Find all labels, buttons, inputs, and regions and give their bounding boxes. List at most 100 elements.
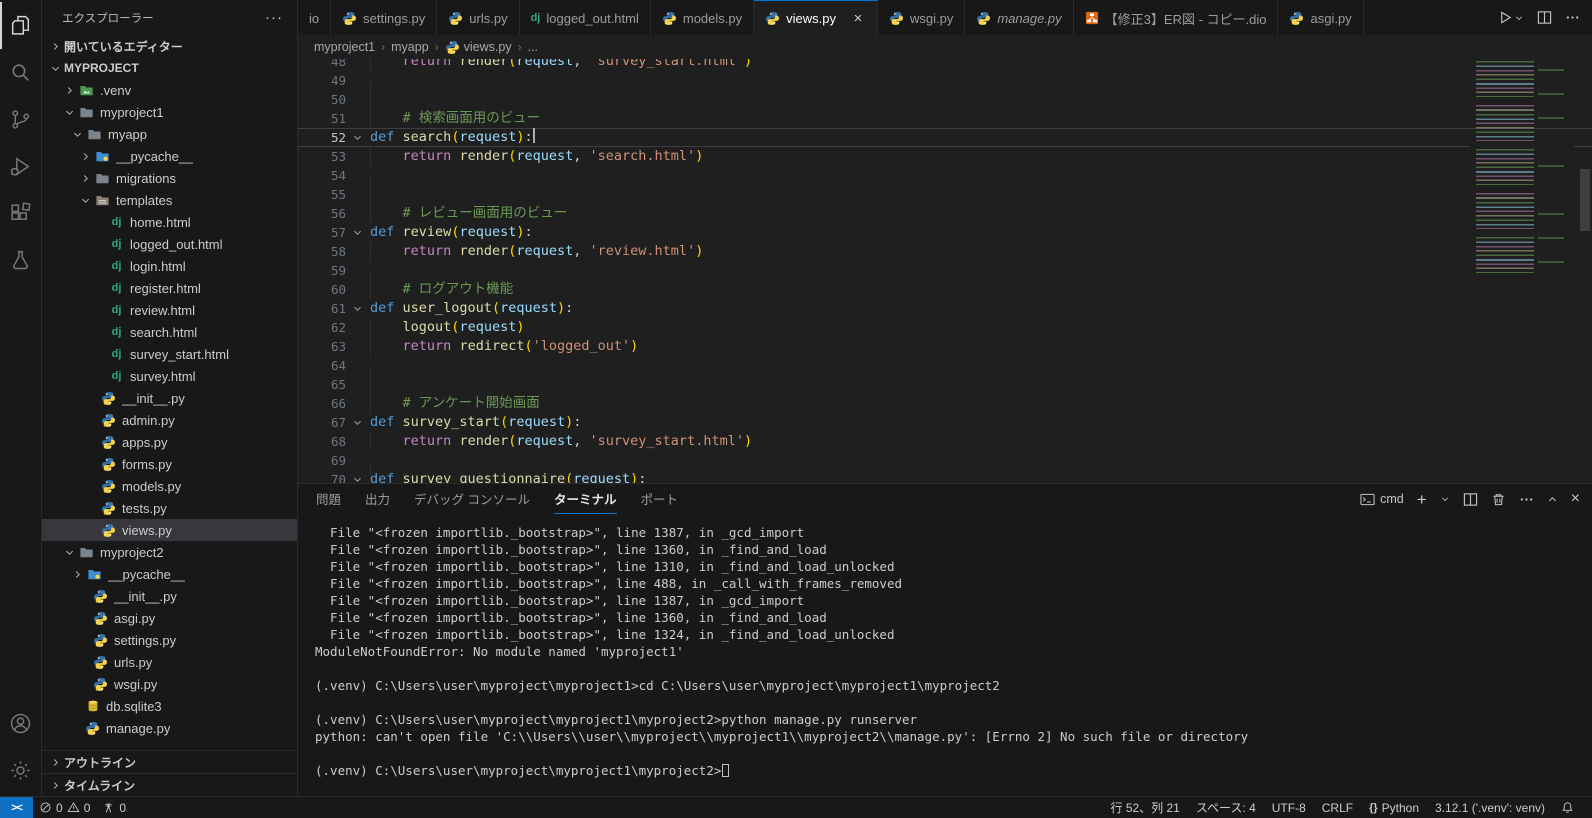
code-line-56[interactable]: 56 # レビュー画面用のビュー (298, 204, 1592, 223)
code-line-68[interactable]: 68 return render(request, 'survey_start.… (298, 432, 1592, 451)
tree-item-settings.py[interactable]: settings.py (42, 629, 297, 651)
workspace-root[interactable]: MYPROJECT (42, 57, 297, 79)
activity-run-debug-button[interactable] (0, 143, 41, 190)
terminal-dropdown-button[interactable] (1440, 494, 1450, 504)
kill-terminal-button[interactable] (1491, 492, 1506, 507)
code-line-67[interactable]: 67 def survey_start(request): (298, 413, 1592, 432)
more-actions-icon[interactable]: ··· (265, 9, 283, 26)
activity-settings-button[interactable] (0, 747, 41, 794)
new-terminal-button[interactable]: + (1417, 491, 1427, 508)
breadcrumb-item[interactable]: views.py (445, 40, 512, 55)
code-line-52[interactable]: 52 def search(request): (298, 128, 1592, 147)
panel-tab-デバッグ コンソール[interactable]: デバッグ コンソール (414, 484, 530, 514)
tree-item-login.html[interactable]: dj login.html (42, 255, 297, 277)
tab-io[interactable]: io (298, 0, 332, 35)
tab-【修正3】ER図 - コピー.dio[interactable]: 【修正3】ER図 - コピー.dio (1073, 0, 1279, 35)
minimap[interactable] (1470, 61, 1574, 273)
tree-item-migrations[interactable]: migrations (42, 167, 297, 189)
code-line-55[interactable]: 55 (298, 185, 1592, 214)
close-tab-icon[interactable]: × (850, 10, 866, 27)
tree-item-__pycache__[interactable]: __pycache__ (42, 145, 297, 167)
panel-tab-出力[interactable]: 出力 (365, 484, 390, 514)
fold-chevron-icon[interactable] (346, 132, 368, 143)
tree-item-review.html[interactable]: dj review.html (42, 299, 297, 321)
tree-item-survey_start.html[interactable]: dj survey_start.html (42, 343, 297, 365)
fold-chevron-icon[interactable] (346, 417, 368, 428)
tab-manage.py[interactable]: manage.py (965, 0, 1074, 35)
tree-item-myapp[interactable]: myapp (42, 123, 297, 145)
activity-search-button[interactable] (0, 49, 41, 96)
status-language-mode[interactable]: {} Python (1361, 797, 1427, 818)
tree-item-__init__.py[interactable]: __init__.py (42, 387, 297, 409)
tree-item-tests.py[interactable]: tests.py (42, 497, 297, 519)
tree-item-db.sqlite3[interactable]: db.sqlite3 (42, 695, 297, 717)
code-line-69[interactable]: 69 (298, 451, 1592, 480)
tree-item-forms.py[interactable]: forms.py (42, 453, 297, 475)
outline-section[interactable]: アウトライン (42, 750, 297, 773)
code-line-54[interactable]: 54 (298, 166, 1592, 195)
tree-item-templates[interactable]: templates (42, 189, 297, 211)
status-indentation[interactable]: スペース: 4 (1188, 797, 1264, 818)
code-line-60[interactable]: 60 # ログアウト機能 (298, 280, 1592, 299)
tree-item-manage.py[interactable]: manage.py (42, 717, 297, 739)
fold-chevron-icon[interactable] (346, 474, 368, 483)
tree-item-myproject1[interactable]: myproject1 (42, 101, 297, 123)
scrollbar-thumb[interactable] (1580, 169, 1590, 231)
panel-tab-ポート[interactable]: ポート (641, 484, 679, 514)
code-line-57[interactable]: 57 def review(request): (298, 223, 1592, 242)
activity-source-control-button[interactable] (0, 96, 41, 143)
panel-tab-ターミナル[interactable]: ターミナル (554, 484, 617, 514)
tab-asgi.py[interactable]: asgi.py (1278, 0, 1364, 35)
status-cursor-position[interactable]: 行 52、列 21 (1102, 797, 1187, 818)
split-editor-button[interactable] (1537, 10, 1552, 25)
shell-selector[interactable]: cmd (1360, 492, 1404, 507)
panel-tab-問題[interactable]: 問題 (316, 484, 341, 514)
tab-views.py[interactable]: views.py × (754, 0, 878, 35)
tab-settings.py[interactable]: settings.py (331, 0, 438, 35)
code-editor[interactable]: 48 return render(request, 'survey_start.… (298, 59, 1592, 483)
maximize-panel-button[interactable] (1547, 494, 1558, 505)
status-encoding[interactable]: UTF-8 (1264, 797, 1314, 818)
timeline-section[interactable]: タイムライン (42, 773, 297, 796)
tab-urls.py[interactable]: urls.py (437, 0, 520, 35)
panel-more-actions-button[interactable] (1519, 492, 1534, 507)
code-line-61[interactable]: 61 def user_logout(request): (298, 299, 1592, 318)
tree-item-wsgi.py[interactable]: wsgi.py (42, 673, 297, 695)
activity-account-button[interactable] (0, 700, 41, 747)
code-line-49[interactable]: 49 (298, 71, 1592, 100)
code-line-64[interactable]: 64 (298, 356, 1592, 385)
run-python-file-button[interactable] (1498, 10, 1524, 25)
close-panel-button[interactable]: × (1571, 490, 1580, 508)
code-line-48[interactable]: 48 return render(request, 'survey_start.… (298, 59, 1592, 71)
tab-models.py[interactable]: models.py (650, 0, 755, 35)
code-line-59[interactable]: 59 (298, 261, 1592, 290)
status-python-interpreter[interactable]: 3.12.1 ('.venv': venv) (1427, 797, 1553, 818)
ports-status[interactable]: 0 (96, 797, 132, 818)
tab-wsgi.py[interactable]: wsgi.py (877, 0, 966, 35)
activity-explorer-button[interactable] (0, 2, 41, 49)
tree-item-__init__.py[interactable]: __init__.py (42, 585, 297, 607)
status-eol[interactable]: CRLF (1314, 797, 1361, 818)
tree-item-views.py[interactable]: views.py (42, 519, 297, 541)
tree-item-urls.py[interactable]: urls.py (42, 651, 297, 673)
open-editors-section[interactable]: 開いているエディター (42, 35, 297, 57)
remote-indicator[interactable]: >< (0, 797, 33, 818)
tree-item-register.html[interactable]: dj register.html (42, 277, 297, 299)
code-line-53[interactable]: 53 return render(request, 'search.html') (298, 147, 1592, 166)
code-line-50[interactable]: 50 (298, 90, 1592, 119)
tree-item-survey.html[interactable]: dj survey.html (42, 365, 297, 387)
tree-item-asgi.py[interactable]: asgi.py (42, 607, 297, 629)
breadcrumb-item[interactable]: ... (528, 40, 538, 54)
code-line-70[interactable]: 70 def survey_questionnaire(request): (298, 470, 1592, 483)
notifications-bell[interactable] (1553, 797, 1582, 818)
tree-item-logged_out.html[interactable]: dj logged_out.html (42, 233, 297, 255)
code-line-66[interactable]: 66 # アンケート開始画面 (298, 394, 1592, 413)
activity-testing-button[interactable] (0, 237, 41, 284)
split-terminal-button[interactable] (1463, 492, 1478, 507)
breadcrumb-item[interactable]: myproject1 (314, 40, 375, 54)
code-line-62[interactable]: 62 logout(request) (298, 318, 1592, 337)
tree-item-search.html[interactable]: dj search.html (42, 321, 297, 343)
tree-item-admin.py[interactable]: admin.py (42, 409, 297, 431)
code-line-63[interactable]: 63 return redirect('logged_out') (298, 337, 1592, 356)
code-line-51[interactable]: 51 # 検索画面用のビュー (298, 109, 1592, 128)
